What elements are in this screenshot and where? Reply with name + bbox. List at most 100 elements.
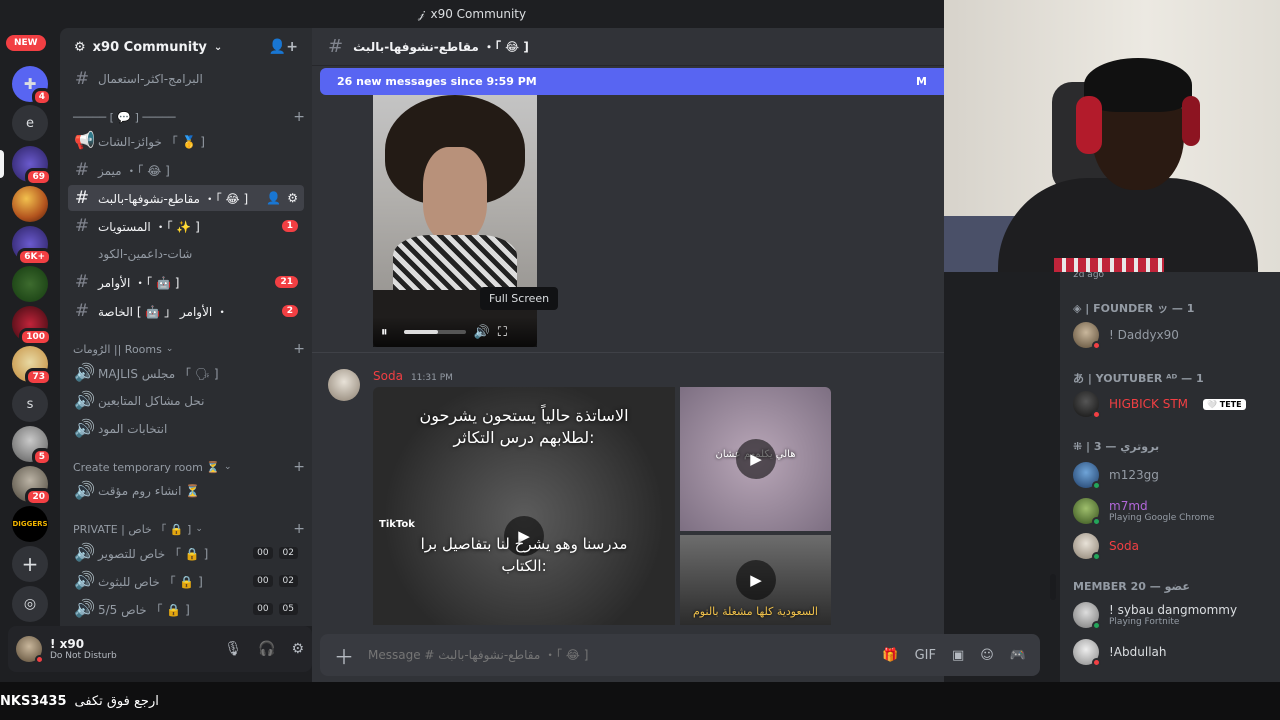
server-10-badge: 5 [31, 448, 52, 466]
server-s[interactable]: s [12, 386, 48, 422]
sticker-icon[interactable]: ▣ [952, 648, 964, 663]
speaker-icon: 🔊 [74, 391, 96, 411]
chevron-down-icon: ⌄ [195, 524, 203, 534]
home-server-icon[interactable]: ✚ 4 [12, 66, 52, 106]
new-pill[interactable]: NEW [6, 35, 46, 51]
window-title: x90 Community [430, 7, 527, 21]
add-channel-icon[interactable]: + [293, 459, 305, 475]
play-icon[interactable]: ▶ [736, 439, 776, 479]
volume-icon[interactable]: 🔊 [474, 325, 490, 340]
message-author[interactable]: Soda [373, 369, 403, 383]
channel-commands[interactable]: # الأوامر ・「 🤖 ] 21 [68, 269, 304, 295]
member-item[interactable]: Soda [1073, 530, 1273, 562]
channel-clips[interactable]: # مقاطع-نشوفها-بالبث ・「 😂 ] 👤 ⚙ [68, 185, 304, 211]
category-rooms[interactable]: الرُومات || Rooms ⌄ + [73, 340, 305, 358]
headset-earcup [1182, 96, 1200, 146]
add-channel-icon[interactable]: + [293, 109, 305, 125]
mark-as-read[interactable]: M [916, 75, 927, 88]
diggers-server-icon[interactable]: DIGGERS [12, 506, 48, 542]
speaker-icon: 🔊 [74, 571, 96, 591]
server-3-icon[interactable]: 69 [12, 146, 52, 186]
emoji-icon[interactable]: ☺ [980, 648, 994, 663]
channel-label: البرامج-اكثر-استعمال [98, 72, 203, 86]
member-item[interactable]: HIGBICK STM 🤍 TETE [1073, 388, 1273, 420]
channel-awards[interactable]: 📢 خوائز-الشات 「 🥇 ] [68, 128, 304, 154]
server-10-icon[interactable]: 5 [12, 426, 52, 466]
member-item[interactable]: ! sybau dangmommy Playing Fortnite [1073, 599, 1273, 631]
message-input[interactable] [368, 648, 869, 662]
server-e[interactable]: e [12, 105, 48, 141]
channel-memes[interactable]: # ميمز ・「 😂 ] [68, 157, 304, 183]
server-4-icon[interactable] [12, 186, 48, 222]
add-attachment-icon[interactable]: ＋ [334, 641, 354, 670]
channel-levels[interactable]: # المستويات ・「 ✨ ] 1 [68, 213, 304, 239]
server-11-icon[interactable]: 20 [12, 466, 52, 506]
server-5-icon[interactable]: 6K+ [12, 226, 52, 266]
pause-icon[interactable]: ⏸ [381, 325, 388, 340]
hash-icon: # [328, 36, 344, 57]
voice-create-temp[interactable]: 🔊 انشاء روم مؤقت ⏳ [68, 478, 304, 504]
add-channel-icon[interactable]: + [293, 341, 305, 357]
member-name: m7md [1109, 499, 1148, 513]
media-attachment-2[interactable]: هالي يكلمهم عشان ▶ [680, 387, 831, 531]
server-8-icon[interactable]: 73 [12, 346, 52, 386]
user-info[interactable]: ! x90 Do Not Disturb [50, 637, 117, 661]
media-attachment-1[interactable]: الاساتذة حالياً يستحون يشرحون لطلابهم در… [373, 387, 675, 625]
member-item[interactable]: m7md Playing Google Chrome [1073, 495, 1273, 527]
gear-icon[interactable]: ⚙ [291, 641, 304, 657]
activities-icon[interactable]: 🎮 [1010, 648, 1026, 663]
server-6-icon[interactable] [12, 266, 48, 302]
channel-label: مقاطع-نشوفها-بالبث ・「 😂 ] [98, 191, 249, 206]
chat-header: # مقاطع-نشوفها-بالبث ・「 😂 ] [312, 28, 944, 66]
dnd-status-icon [1092, 658, 1101, 667]
voice-problems[interactable]: 🔊 نحل مشاكل المتابعين [68, 388, 304, 414]
fullscreen-icon[interactable]: ⛶ [498, 325, 507, 340]
server-7-icon[interactable]: 100 [12, 306, 52, 346]
server-e-letter: e [26, 115, 34, 131]
add-channel-icon[interactable]: + [293, 521, 305, 537]
member-item[interactable]: !Abdullah [1073, 636, 1273, 668]
channel-private-commands[interactable]: # الأوامر 「 🤖 ] الخاصة ・ 2 [68, 298, 304, 324]
voice-majlis[interactable]: 🔊 MAJLIS مجلس 「 🗣 ] [68, 360, 304, 386]
gear-icon[interactable]: ⚙ [287, 191, 298, 205]
category-private[interactable]: PRIVATE | خاص 「 🔒 ] ⌄ + [73, 520, 305, 538]
chat-area: # مقاطع-نشوفها-بالبث ・「 😂 ] 26 new messa… [312, 28, 1040, 682]
video-controls: ⏸ 🔊 ⛶ [373, 317, 537, 347]
category-temp[interactable]: Create temporary room ⏳ ⌄ + [73, 458, 305, 476]
avatar [1073, 639, 1101, 667]
member-list: 2d ago ◈ | FOUNDER ッ — 1 ! Daddyx90 あ | … [1060, 272, 1280, 682]
headphones-icon[interactable]: 🎧 [258, 641, 275, 657]
role-founder: ◈ | FOUNDER ッ — 1 [1073, 302, 1195, 315]
voice-private-5[interactable]: 🔊 خاص 5/5 「 🔒 ] 00 05 [68, 596, 304, 622]
channel-label: نحل مشاكل المتابعين [98, 394, 205, 408]
channel-supporters[interactable]: شات-داعمين-الكود [68, 241, 304, 267]
invite-people-icon[interactable]: 👤+ [269, 39, 298, 55]
role-3: ⁜ | 3 — بروتري [1073, 440, 1160, 453]
avatar[interactable] [328, 369, 360, 401]
gif-icon[interactable]: GIF [915, 648, 936, 663]
add-server-icon[interactable]: + [12, 546, 48, 582]
avatar[interactable] [16, 636, 44, 664]
channel-programs[interactable]: # البرامج-اكثر-استعمال [68, 66, 304, 92]
message-timestamp: 11:31 PM [410, 373, 453, 383]
member-item[interactable]: m123gg [1073, 459, 1273, 491]
microphone-icon[interactable]: 🎙 [224, 641, 242, 657]
video-progress-bar[interactable] [403, 330, 466, 334]
guild-header[interactable]: ⚙ x90 Community ⌄ 👤+ [60, 28, 312, 66]
create-invite-icon[interactable]: 👤 [266, 191, 281, 205]
discover-icon[interactable]: ◎ [12, 586, 48, 622]
voice-private-streams[interactable]: 🔊 خاص للبثوث 「 🔒 ] 00 02 [68, 568, 304, 594]
member-item[interactable]: ! Daddyx90 [1073, 319, 1273, 351]
new-messages-banner[interactable]: 26 new messages since 9:59 PM M [320, 68, 944, 95]
server-5-badge: 6K+ [17, 248, 52, 266]
play-icon[interactable]: ▶ [736, 560, 776, 600]
chat-scrollbar[interactable] [1050, 574, 1056, 600]
gift-icon[interactable]: 🎁 [882, 648, 898, 663]
voice-elections[interactable]: 🔊 انتخابات المود [68, 416, 304, 442]
media-attachment-3[interactable]: ▶ السعودية كلها مشغلة بالنوم [680, 535, 831, 625]
voice-private-photo[interactable]: 🔊 خاص للتصوير 「 🔒 ] 00 02 [68, 540, 304, 566]
category-chat[interactable]: ───── [ 💬 ] ───── + [73, 108, 305, 126]
guild-name: x90 Community [92, 39, 207, 55]
message-divider [312, 352, 944, 353]
avatar [1073, 498, 1101, 526]
